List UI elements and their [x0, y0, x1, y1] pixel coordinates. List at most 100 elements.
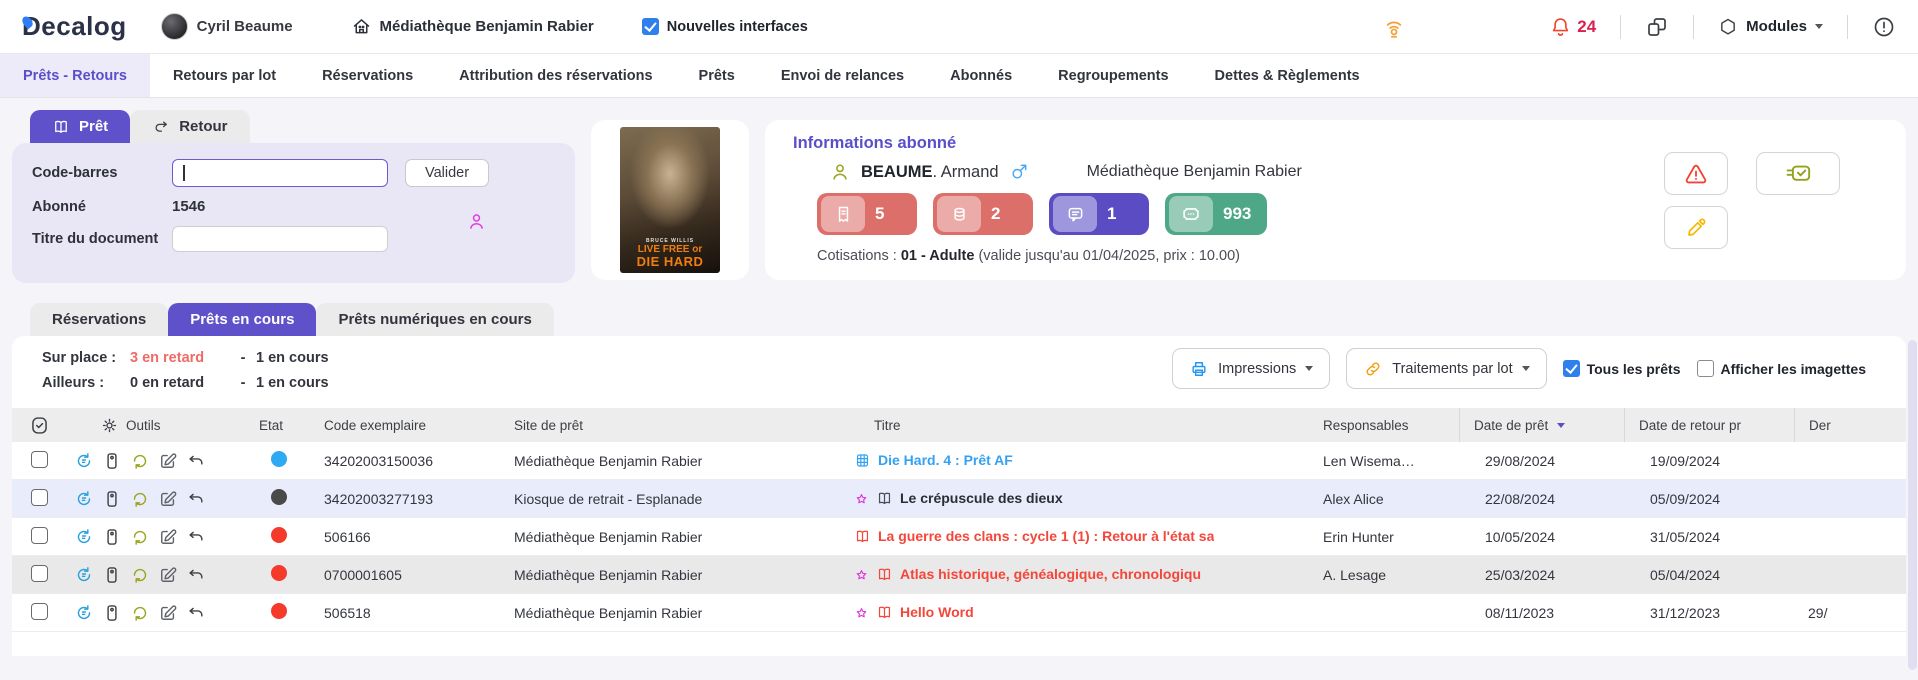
undo-icon[interactable]: [186, 527, 206, 547]
subscriber-link-icon[interactable]: [466, 211, 487, 232]
barcode-input[interactable]: [172, 159, 388, 187]
doc-title-label: Titre du document: [32, 231, 172, 247]
all-loans-checkbox[interactable]: [1563, 360, 1580, 377]
tab-retour[interactable]: Retour: [130, 110, 249, 143]
tab-prets-en-cours[interactable]: Prêts en cours: [168, 303, 316, 336]
return-date: 05/09/2024: [1624, 491, 1794, 507]
nav-dettes-reglements[interactable]: Dettes & Règlements: [1192, 54, 1383, 97]
cover-image[interactable]: BRUCE WILLIS LIVE FREE or DIE HARD: [620, 127, 720, 273]
rotate-icon[interactable]: [130, 565, 150, 585]
header-site[interactable]: Site de prêt: [514, 408, 854, 442]
new-interfaces-toggle[interactable]: Nouvelles interfaces: [642, 18, 808, 35]
user-menu[interactable]: Cyril Beaume: [161, 13, 293, 40]
user-name: Cyril Beaume: [197, 18, 293, 35]
messages-count-badge[interactable]: 1: [1049, 193, 1149, 235]
nav-retours-par-lot[interactable]: Retours par lot: [150, 54, 299, 97]
validate-button[interactable]: Valider: [405, 159, 489, 187]
send-message-button[interactable]: [1756, 152, 1840, 195]
debts-count-badge[interactable]: 2: [933, 193, 1033, 235]
title-link[interactable]: La guerre des clans : cycle 1 (1) : Reto…: [878, 528, 1214, 544]
renew-loan-icon[interactable]: [74, 565, 94, 585]
tab-reservations[interactable]: Réservations: [30, 303, 168, 336]
site-de-pret: Médiathèque Benjamin Rabier: [514, 567, 854, 583]
nav-reservations[interactable]: Réservations: [299, 54, 436, 97]
table-row: 506166 Médiathèque Benjamin Rabier La gu…: [12, 518, 1906, 556]
thumbnails-checkbox[interactable]: [1697, 360, 1714, 377]
library-selector[interactable]: Médiathèque Benjamin Rabier: [351, 16, 594, 37]
book-icon: [876, 566, 893, 584]
rotate-icon[interactable]: [130, 527, 150, 547]
select-all-icon[interactable]: [29, 415, 50, 436]
title-link[interactable]: Atlas historique, généalogique, chronolo…: [900, 566, 1201, 582]
vertical-scrollbar[interactable]: [1908, 340, 1917, 670]
new-interfaces-checkbox[interactable]: [642, 18, 659, 35]
renew-loan-icon[interactable]: [74, 451, 94, 471]
nav-attribution-reservations[interactable]: Attribution des réservations: [436, 54, 675, 97]
edit-icon[interactable]: [158, 603, 178, 623]
tab-prets-numeriques[interactable]: Prêts numériques en cours: [316, 303, 553, 336]
edit-icon[interactable]: [158, 565, 178, 585]
row-checkbox[interactable]: [31, 565, 48, 582]
renew-loan-icon[interactable]: [74, 603, 94, 623]
row-checkbox[interactable]: [31, 527, 48, 544]
header-etat[interactable]: Etat: [259, 408, 324, 442]
title-link[interactable]: Hello Word: [900, 604, 974, 620]
header-code[interactable]: Code exemplaire: [324, 408, 514, 442]
undo-icon[interactable]: [186, 565, 206, 585]
edit-icon[interactable]: [158, 527, 178, 547]
undo-icon[interactable]: [186, 489, 206, 509]
tag-icon[interactable]: [102, 603, 122, 623]
nav-prets-retours[interactable]: Prêts - Retours: [0, 54, 150, 97]
tab-pret[interactable]: Prêt: [30, 110, 130, 143]
help-icon[interactable]: [1872, 15, 1896, 39]
header-date-retour[interactable]: Date de retour pr: [1624, 408, 1794, 442]
edit-icon[interactable]: [158, 489, 178, 509]
header-outils[interactable]: Outils: [74, 408, 259, 442]
tag-icon[interactable]: [102, 527, 122, 547]
tag-icon[interactable]: [102, 451, 122, 471]
return-date: 31/12/2023: [1624, 605, 1794, 621]
loan-date: 10/05/2024: [1459, 529, 1624, 545]
tag-icon[interactable]: [102, 565, 122, 585]
rotate-icon[interactable]: [130, 489, 150, 509]
impressions-button[interactable]: Impressions: [1172, 348, 1330, 389]
tickets-count-badge[interactable]: 993: [1165, 193, 1267, 235]
all-loans-toggle[interactable]: Tous les prêts: [1563, 360, 1681, 377]
header-der[interactable]: Der: [1794, 408, 1906, 442]
undo-icon[interactable]: [186, 603, 206, 623]
renew-loan-icon[interactable]: [74, 527, 94, 547]
nav-prets[interactable]: Prêts: [676, 54, 758, 97]
cover-title-line2: DIE HARD: [637, 255, 704, 268]
title-link[interactable]: Le crépuscule des dieux: [900, 490, 1063, 506]
status-dot: [271, 489, 287, 505]
return-arrow-icon: [152, 118, 170, 136]
rfid-icon[interactable]: [1381, 14, 1407, 40]
notifications-button[interactable]: 24: [1549, 15, 1596, 38]
row-checkbox[interactable]: [31, 603, 48, 620]
loans-count-badge[interactable]: 5: [817, 193, 917, 235]
nav-abonnes[interactable]: Abonnés: [927, 54, 1035, 97]
header-date-pret[interactable]: Date de prêt: [1459, 408, 1624, 442]
doc-title-input[interactable]: [172, 226, 388, 252]
modules-menu[interactable]: Modules: [1718, 17, 1823, 37]
nav-regroupements[interactable]: Regroupements: [1035, 54, 1191, 97]
rotate-icon[interactable]: [130, 451, 150, 471]
batch-actions-button[interactable]: Traitements par lot: [1346, 348, 1546, 389]
tag-icon[interactable]: [102, 489, 122, 509]
row-checkbox[interactable]: [31, 451, 48, 468]
star-icon: [854, 566, 869, 583]
row-checkbox[interactable]: [31, 489, 48, 506]
thumbnails-toggle[interactable]: Afficher les imagettes: [1697, 360, 1867, 377]
alerts-button[interactable]: [1664, 152, 1728, 195]
pages-icon[interactable]: [1645, 15, 1669, 39]
title-link[interactable]: Die Hard. 4 : Prêt AF: [878, 452, 1013, 468]
rotate-icon[interactable]: [130, 603, 150, 623]
edit-icon[interactable]: [158, 451, 178, 471]
undo-icon[interactable]: [186, 451, 206, 471]
nav-envoi-relances[interactable]: Envoi de relances: [758, 54, 927, 97]
header-responsables[interactable]: Responsables: [1309, 408, 1459, 442]
loan-date: 08/11/2023: [1459, 605, 1624, 621]
renew-loan-icon[interactable]: [74, 489, 94, 509]
header-titre[interactable]: Titre: [854, 408, 1309, 442]
edit-subscriber-button[interactable]: [1664, 206, 1728, 249]
